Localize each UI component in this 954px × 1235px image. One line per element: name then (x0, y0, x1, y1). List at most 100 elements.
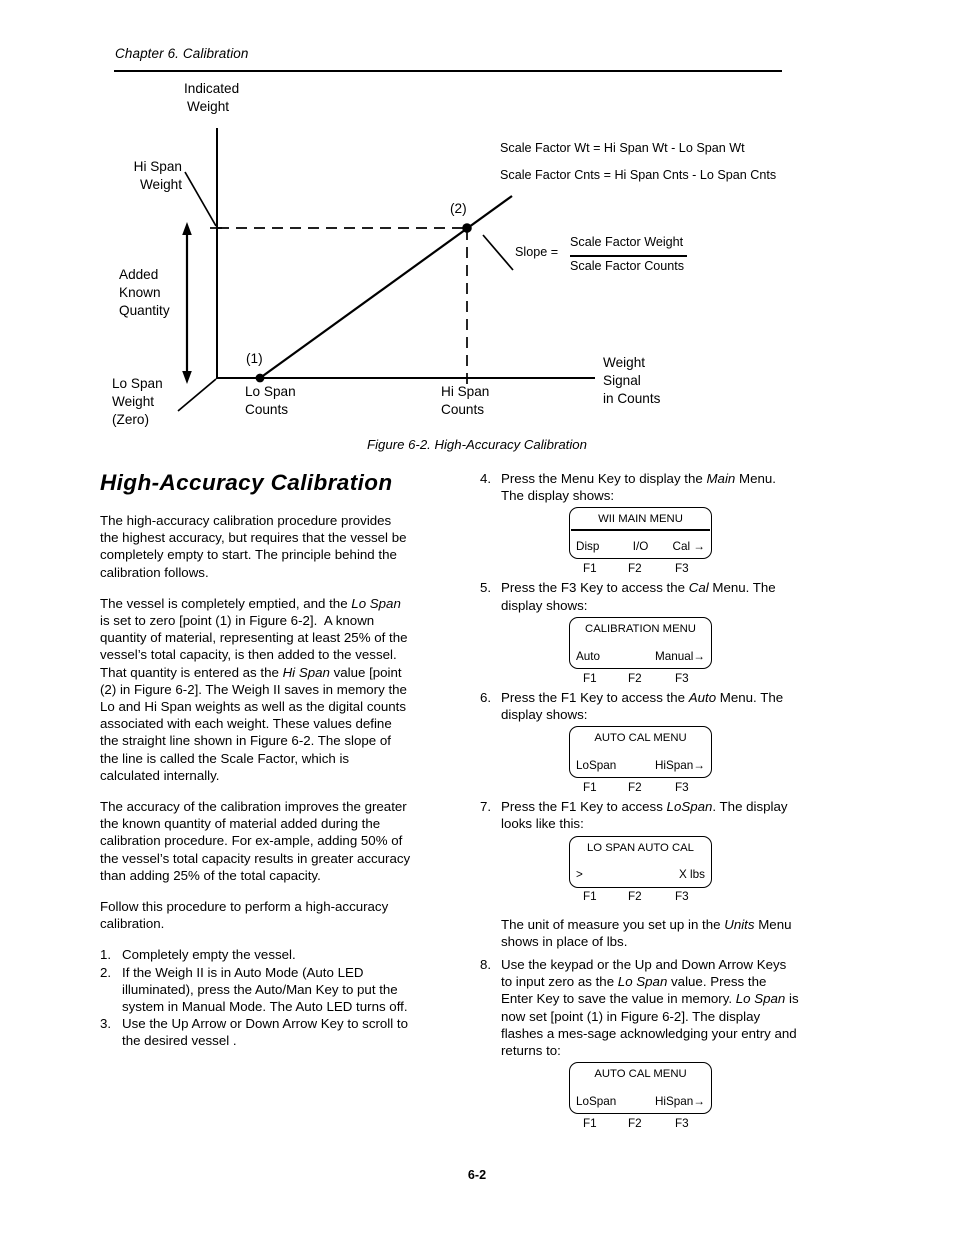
added-known-quantity-line3: Quantity (119, 303, 170, 318)
fkey-label-f3: F3 (675, 781, 689, 795)
lo-span-weight-line2: Weight (112, 394, 155, 409)
paragraph-intro: The high-accuracy calibration procedure … (100, 513, 407, 580)
lcd-softkey-f3[interactable]: Cal → (673, 538, 705, 555)
added-known-quantity-line2: Known (119, 285, 161, 300)
lcd-screen: CALIBRATION MENU Auto Manual→ (569, 616, 712, 669)
step-number: 8. (480, 957, 492, 973)
fkey-label-f1: F1 (583, 781, 597, 795)
list-item: 2. If the Weigh II is in Auto Mode (Auto… (100, 964, 412, 1016)
formula-scale-factor-cnts: Scale Factor Cnts = Hi Span Cnts - Lo Sp… (500, 168, 777, 182)
lcd-softkey-f1[interactable]: LoSpan (576, 1093, 616, 1110)
point-1-label: (1) (246, 351, 263, 366)
lo-span-weight-line1: Lo Span (112, 376, 163, 391)
point-1-marker (255, 373, 265, 383)
lcd-softkey-f3[interactable]: HiSpan→ (655, 757, 705, 774)
lcd-screen: AUTO CAL MENU LoSpan HiSpan→ (569, 726, 712, 779)
hi-span-weight-line2: Weight (139, 177, 182, 192)
lcd-value-prompt[interactable]: > (576, 866, 583, 883)
function-key-labels: F1 F2 F3 (569, 781, 712, 796)
fkey-label-f2: F2 (628, 781, 642, 795)
lcd-display-main-menu: WII MAIN MENU Disp I/O Cal → F1 F2 F3 (501, 507, 800, 577)
figure-caption: Figure 6-2. High-Accuracy Calibration (367, 437, 587, 452)
list-item: 4. Press the Menu Key to display the Mai… (480, 470, 800, 577)
header-rule (114, 70, 782, 73)
lo-span-counts-line1: Lo Span (245, 384, 296, 399)
lcd-title-rule (571, 529, 710, 531)
lcd-softkey-f3[interactable]: HiSpan→ (655, 1093, 705, 1110)
paragraph-accuracy: The accuracy of the calibration improves… (100, 799, 411, 883)
right-column: 4. Press the Menu Key to display the Mai… (480, 470, 800, 1134)
function-key-labels: F1 F2 F3 (569, 890, 712, 906)
lcd-title: AUTO CAL MENU (594, 1068, 687, 1081)
step-number: 3. (100, 1016, 112, 1032)
step-number: 1. (100, 947, 112, 963)
fkey-label-f3: F3 (675, 1117, 689, 1131)
fkey-label-f1: F1 (583, 1117, 597, 1131)
formula-scale-factor-wt: Scale Factor Wt = Hi Span Wt - Lo Span W… (500, 141, 745, 155)
step-text: If the Weigh II is in Auto Mode (Auto LE… (122, 964, 408, 1015)
lcd-softkey-row: > X lbs (576, 868, 705, 884)
steps-list-right: 4. Press the Menu Key to display the Mai… (480, 470, 800, 1132)
lcd-display-lo-span-auto-cal: LO SPAN AUTO CAL > X lbs F1 F2 F3 (501, 835, 800, 906)
x-axis-title-line1: Weight (603, 355, 646, 370)
slope-denominator: Scale Factor Counts (570, 259, 685, 273)
fkey-label-f3: F3 (675, 671, 689, 685)
lcd-screen: AUTO CAL MENU LoSpan HiSpan→ (569, 1062, 712, 1115)
fkey-label-f3: F3 (675, 562, 689, 576)
left-column: High-Accuracy Calibration The high-accur… (100, 470, 412, 1050)
lcd-softkey-f1[interactable]: Disp (576, 538, 599, 555)
slope-fraction-bar (570, 255, 687, 257)
lcd-title: WII MAIN MENU (598, 513, 683, 526)
step-text: Use the Up Arrow or Down Arrow Key to sc… (122, 1016, 408, 1049)
list-item: 5. Press the F3 Key to access the Cal Me… (480, 579, 800, 686)
step-text: Press the F1 Key to access the Auto Menu… (501, 689, 784, 723)
step-text: Press the F1 Key to access LoSpan. The d… (501, 799, 788, 832)
page-title: High-Accuracy Calibration (100, 470, 393, 495)
hi-span-weight-line1: Hi Span (133, 159, 182, 174)
added-known-quantity-line1: Added (119, 267, 159, 282)
hi-span-counts-line1: Hi Span (441, 384, 490, 399)
lcd-softkey-f3[interactable]: Manual→ (655, 648, 705, 665)
lcd-title: CALIBRATION MENU (585, 622, 696, 635)
step-number: 6. (480, 689, 492, 705)
fkey-label-f3: F3 (675, 890, 689, 904)
step-number: 5. (480, 580, 492, 596)
function-key-labels: F1 F2 F3 (569, 1117, 712, 1132)
lcd-value-units[interactable]: X lbs (679, 866, 705, 883)
figure-6-2: Indicated Weight Hi Span Weight Added Kn… (0, 78, 954, 438)
fkey-label-f2: F2 (628, 890, 642, 904)
x-axis-title-line2: Signal (603, 373, 641, 388)
lcd-title: LO SPAN AUTO CAL (587, 841, 694, 854)
point-2-label: (2) (450, 201, 467, 216)
fkey-label-f2: F2 (628, 562, 642, 576)
list-item: 3. Use the Up Arrow or Down Arrow Key to… (100, 1015, 412, 1049)
y-axis-title-line2: Weight (187, 99, 230, 114)
lcd-title: AUTO CAL MENU (594, 732, 687, 745)
function-key-labels: F1 F2 F3 (569, 672, 712, 687)
lcd-softkey-f1[interactable]: Auto (576, 648, 600, 665)
paragraph-follow: Follow this procedure to perform a high-… (100, 899, 389, 932)
step-text: Use the keypad or the Up and Down Arrow … (501, 957, 799, 1059)
lcd-screen: LO SPAN AUTO CAL > X lbs (569, 835, 712, 888)
running-head: Chapter 6. Calibration (115, 46, 249, 61)
fkey-label-f2: F2 (628, 671, 642, 685)
list-item: 1. Completely empty the vessel. (100, 946, 412, 963)
y-axis-title-line1: Indicated (184, 81, 240, 96)
step-text: Press the Menu Key to display the Main M… (501, 471, 776, 504)
step-number: 4. (480, 471, 492, 486)
slope-numerator: Scale Factor Weight (570, 235, 684, 249)
function-key-labels: F1 F2 F3 (569, 562, 712, 577)
steps-list-left: 1. Completely empty the vessel. 2. If th… (100, 946, 412, 1049)
lcd-softkey-f1[interactable]: LoSpan (576, 757, 616, 774)
fkey-label-f1: F1 (583, 671, 597, 685)
paragraph-principle: The vessel is completely emptied, and th… (100, 595, 408, 783)
lcd-softkey-f2[interactable]: I/O (633, 538, 649, 555)
lo-span-counts-line2: Counts (245, 402, 289, 417)
lcd-display-calibration-menu: CALIBRATION MENU Auto Manual→ F1 F2 F3 (501, 616, 800, 687)
fkey-label-f1: F1 (583, 890, 597, 904)
step-number: 7. (480, 799, 492, 815)
list-item: 8. Use the keypad or the Up and Down Arr… (480, 956, 800, 1132)
step-text: Press the F3 Key to access the Cal Menu.… (501, 580, 776, 613)
document-page: Chapter 6. Calibration Indicated Weight … (0, 0, 954, 1235)
step-number: 2. (100, 964, 112, 980)
